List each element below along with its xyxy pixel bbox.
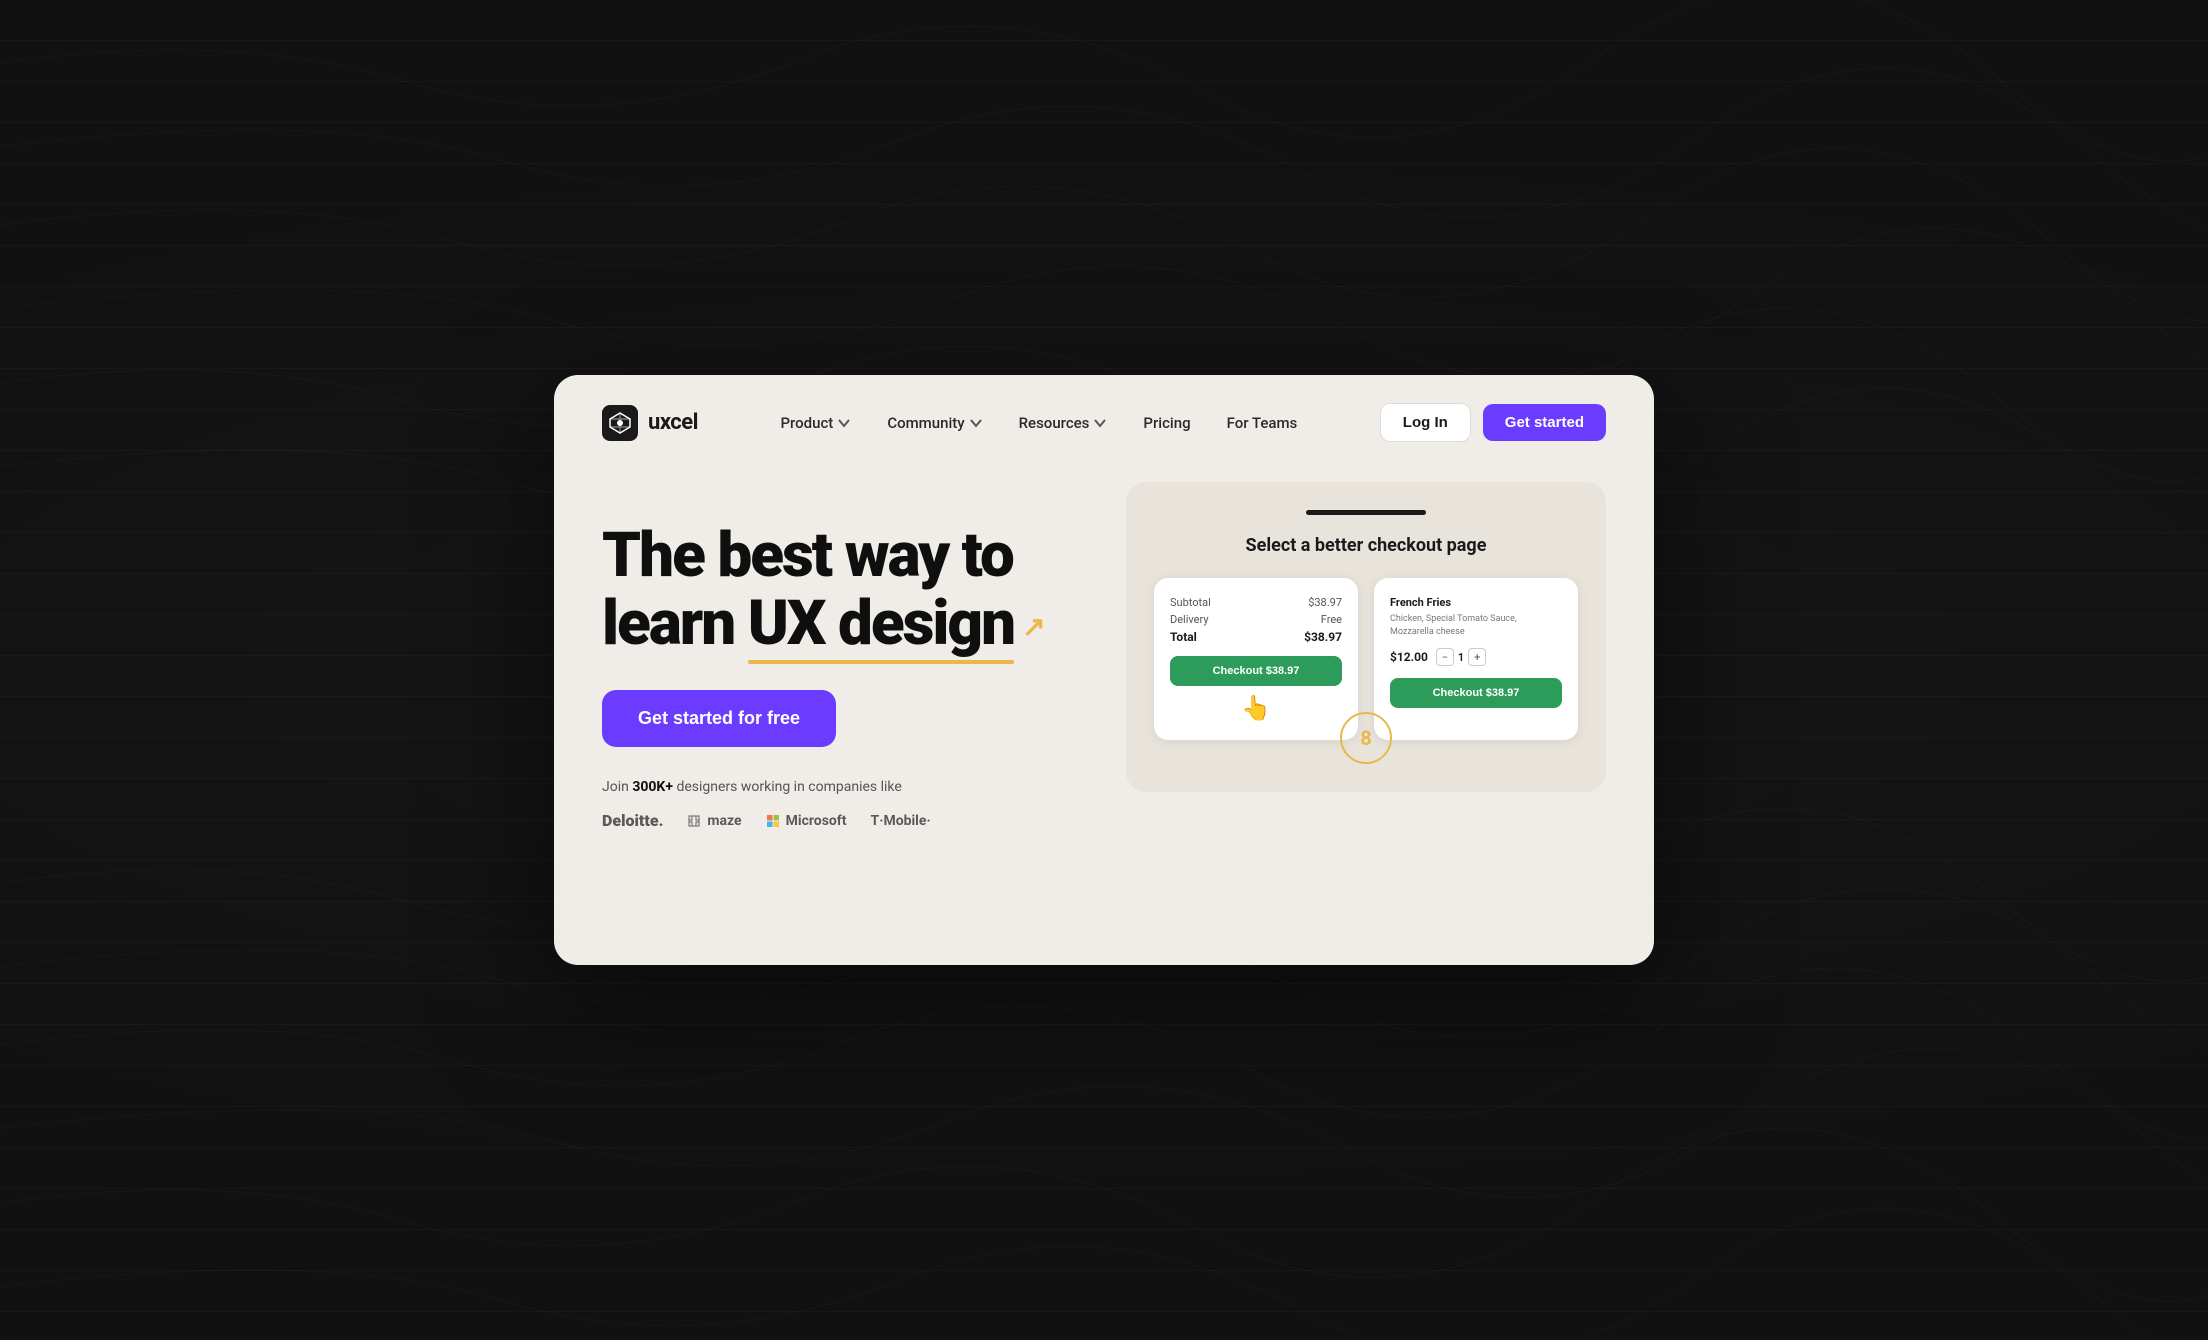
company-tmobile: T·Mobile· [871,813,931,829]
main-card: uxcel Product Community Resources Pricin… [554,375,1654,965]
qty-controls: − 1 + [1436,648,1486,666]
food-price: $12.00 [1390,650,1428,664]
qty-value: 1 [1458,651,1464,664]
hero-title-line2-highlight: UX design [748,587,1014,660]
nav-links: Product Community Resources Pricing For … [766,406,1311,440]
hero-section: The best way to learn UX design ↗ Get st… [554,462,1654,878]
hero-title-line2-before: learn [602,587,748,660]
logo-text: uxcel [648,410,698,435]
progress-bar-area [1154,510,1578,515]
checkout-btn-2[interactable]: Checkout $38.97 [1390,678,1562,708]
company-deloitte: Deloitte. [602,811,663,830]
nav-actions: Log In Get started [1380,403,1606,442]
food-title: French Fries [1390,596,1562,609]
hero-title-line1: The best way to [602,519,1013,592]
nav-label-community: Community [887,414,964,432]
company-microsoft: Microsoft [766,813,847,829]
food-price-row: $12.00 − 1 + [1390,648,1562,666]
total-value: $38.97 [1304,630,1342,644]
login-button[interactable]: Log In [1380,403,1471,442]
nav-item-community[interactable]: Community [873,406,996,440]
get-started-hero-button[interactable]: Get started for free [602,690,836,747]
nav-label-for-teams: For Teams [1227,414,1298,432]
nav-item-pricing[interactable]: Pricing [1129,406,1204,440]
social-proof-text: Join [602,779,632,795]
hero-title: The best way to learn UX design ↗ [602,522,1086,658]
microsoft-icon [766,814,780,828]
hero-left: The best way to learn UX design ↗ Get st… [602,482,1086,830]
subtotal-label: Subtotal [1170,596,1211,609]
ux-demo-card: Select a better checkout page Subtotal $… [1126,482,1606,792]
progress-bar [1306,510,1426,515]
maze-icon [687,814,701,828]
logo-icon [602,405,638,441]
total-label: Total [1170,630,1197,644]
number-badge: 8 [1340,712,1392,764]
cursor-icon: ↗ [1022,612,1043,643]
checkout-card-1[interactable]: Subtotal $38.97 Delivery Free Total $38.… [1154,578,1358,740]
nav-item-for-teams[interactable]: For Teams [1213,406,1312,440]
food-desc: Chicken, Special Tomato Sauce, Mozzarell… [1390,613,1562,638]
social-proof-count: 300K+ [632,779,673,795]
chevron-down-icon-2 [969,416,983,430]
chevron-down-icon-3 [1093,416,1107,430]
social-proof: Join 300K+ designers working in companie… [602,779,1086,795]
checkout-total-row: Total $38.97 [1170,630,1342,644]
delivery-value: Free [1321,613,1342,626]
nav-item-product[interactable]: Product [766,406,865,440]
companies-row: Deloitte. maze Microso [602,811,1086,830]
underline-decoration [748,660,1014,664]
nav-item-resources[interactable]: Resources [1005,406,1122,440]
nav-label-pricing: Pricing [1143,414,1190,432]
social-proof-suffix: designers working in companies like [673,779,902,795]
checkout-btn-1[interactable]: Checkout $38.97 [1170,656,1342,686]
qty-increase-button[interactable]: + [1468,648,1486,666]
chevron-down-icon [837,416,851,430]
nav-label-resources: Resources [1019,414,1090,432]
logo[interactable]: uxcel [602,405,698,441]
subtotal-value: $38.97 [1308,596,1342,609]
checkout-card-2[interactable]: French Fries Chicken, Special Tomato Sau… [1374,578,1578,740]
nav-label-product: Product [780,414,833,432]
company-maze: maze [687,813,741,829]
cursor-hand-icon: 👆 [1170,694,1342,722]
hero-highlight: UX design [748,590,1014,658]
delivery-label: Delivery [1170,613,1209,626]
get-started-nav-button[interactable]: Get started [1483,404,1606,441]
navbar: uxcel Product Community Resources Pricin… [554,375,1654,462]
checkout-subtotal-row: Subtotal $38.97 [1170,596,1342,609]
card-title: Select a better checkout page [1154,535,1578,556]
qty-decrease-button[interactable]: − [1436,648,1454,666]
checkout-delivery-row: Delivery Free [1170,613,1342,626]
